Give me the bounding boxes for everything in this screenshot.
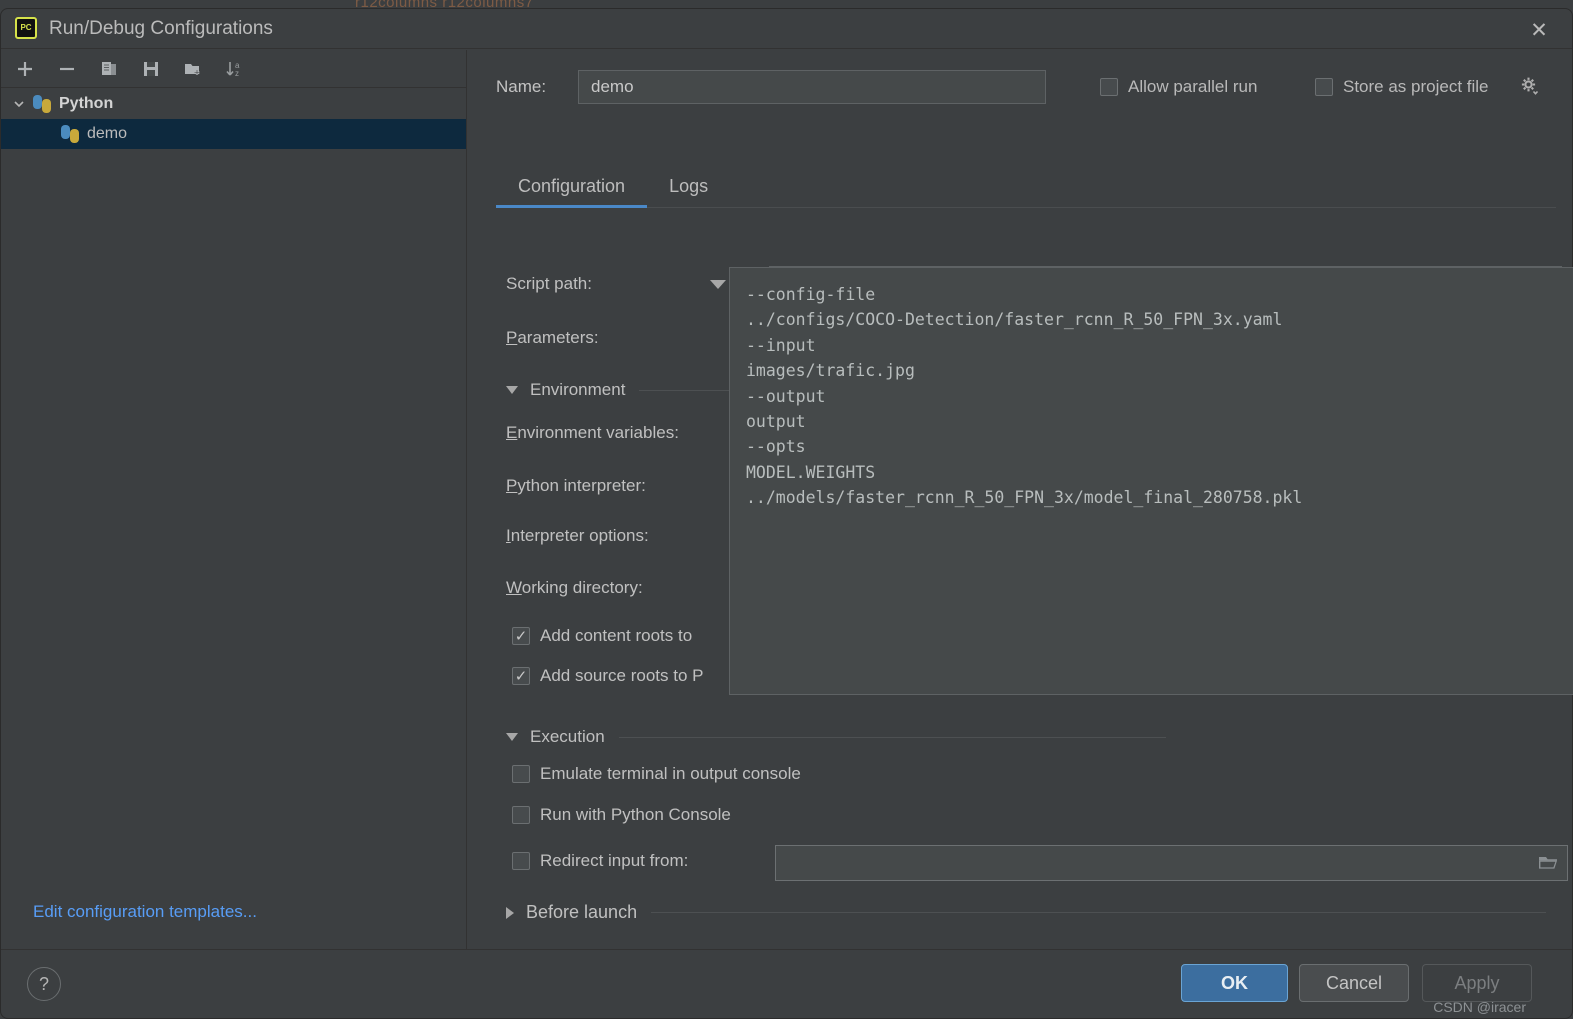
checkbox-box	[1315, 78, 1333, 96]
section-divider	[618, 736, 1166, 738]
execution-section-header[interactable]: Execution	[506, 727, 1166, 747]
run-with-python-console-label: Run with Python Console	[540, 805, 731, 824]
checkbox-box	[512, 627, 530, 645]
tree-group-label: Python	[59, 95, 114, 112]
save-icon[interactable]	[137, 55, 165, 83]
store-as-project-file-checkbox[interactable]: Store as project file	[1315, 77, 1489, 97]
tab-configuration[interactable]: Configuration	[496, 176, 648, 208]
chevron-down-icon[interactable]	[710, 280, 726, 289]
configurations-toolbar: a z	[1, 50, 466, 88]
emulate-terminal-checkbox[interactable]: Emulate terminal in output console	[512, 764, 801, 784]
pycharm-icon: PC	[15, 17, 37, 39]
parameters-textarea[interactable]: --config-file ../configs/COCO-Detection/…	[729, 267, 1573, 695]
python-icon	[33, 95, 51, 113]
redirect-input-from-checkbox[interactable]: Redirect input from:	[512, 845, 1568, 881]
parameters-label: Parameters:	[506, 328, 599, 347]
before-launch-label: Before launch	[526, 902, 638, 922]
add-content-roots-label: Add content roots to	[540, 626, 693, 645]
configurations-tree: Python demo	[1, 89, 466, 149]
triangle-right-icon	[506, 906, 514, 919]
before-launch-section-header[interactable]: Before launch	[506, 902, 1546, 923]
cancel-button[interactable]: Cancel	[1299, 964, 1409, 1002]
python-icon	[61, 125, 79, 143]
minus-icon[interactable]	[53, 55, 81, 83]
configuration-tabs: Configuration Logs	[496, 168, 1556, 208]
redirect-input-from-label: Redirect input from:	[540, 851, 689, 870]
tree-item-demo[interactable]: demo	[1, 119, 466, 149]
ok-button[interactable]: OK	[1181, 964, 1288, 1002]
name-row: Name:	[496, 70, 1046, 104]
tree-item-label: demo	[87, 125, 128, 142]
chevron-down-icon	[11, 96, 27, 112]
page-title: Run/Debug Configurations	[49, 18, 273, 39]
triangle-down-icon	[506, 733, 518, 741]
name-label: Name:	[496, 77, 547, 96]
allow-parallel-run-checkbox[interactable]: Allow parallel run	[1100, 77, 1257, 97]
script-path-label: Script path:	[506, 274, 592, 293]
run-debug-configurations-dialog: PC Run/Debug Configurations ✕ a z Python…	[0, 8, 1573, 1019]
redirect-input-field[interactable]	[775, 845, 1568, 881]
allow-parallel-run-label: Allow parallel run	[1128, 77, 1258, 96]
sort-az-icon[interactable]: a z	[221, 55, 249, 83]
add-source-roots-checkbox[interactable]: Add source roots to P	[512, 666, 703, 686]
gear-icon[interactable]	[1518, 75, 1540, 102]
section-divider	[651, 912, 1546, 913]
environment-section-label: Environment	[530, 380, 626, 399]
close-icon[interactable]: ✕	[1516, 13, 1562, 47]
checkbox-box	[1100, 78, 1118, 96]
environment-variables-label: Environment variables:	[506, 423, 679, 442]
working-directory-label: Working directory:	[506, 578, 643, 597]
plus-icon[interactable]	[11, 55, 39, 83]
add-source-roots-label: Add source roots to P	[540, 666, 704, 685]
pycharm-icon-text: PC	[20, 23, 32, 32]
checkbox-box	[512, 806, 530, 824]
checkbox-box	[512, 852, 530, 870]
dialog-footer: ? OK Cancel Apply CSDN @iracer	[1, 949, 1572, 1018]
store-as-project-file-label: Store as project file	[1343, 77, 1489, 96]
folder-add-icon[interactable]	[179, 55, 207, 83]
checkbox-box	[512, 667, 530, 685]
script-path-row: Script path: D:\python\detectron2-main\d…	[506, 266, 1562, 302]
execution-section-label: Execution	[530, 727, 605, 746]
python-interpreter-label: Python interpreter:	[506, 476, 646, 495]
apply-button: Apply	[1422, 964, 1532, 1002]
run-with-python-console-checkbox[interactable]: Run with Python Console	[512, 805, 731, 825]
edit-configuration-templates-link[interactable]: Edit configuration templates...	[33, 902, 257, 922]
watermark: CSDN @iracer	[1433, 999, 1526, 1015]
browse-folder-icon[interactable]	[1535, 850, 1561, 876]
help-button[interactable]: ?	[27, 967, 61, 1001]
interpreter-options-label: Interpreter options:	[506, 526, 649, 545]
tab-logs[interactable]: Logs	[647, 176, 730, 207]
copy-icon[interactable]	[95, 55, 123, 83]
configurations-sidebar: a z Python demo Edit configuration templ…	[1, 50, 467, 950]
emulate-terminal-label: Emulate terminal in output console	[540, 764, 801, 783]
name-input[interactable]	[578, 70, 1046, 104]
tree-group-python[interactable]: Python	[1, 89, 466, 119]
checkbox-box	[512, 765, 530, 783]
triangle-down-icon	[506, 386, 518, 394]
dialog-titlebar: PC Run/Debug Configurations ✕	[1, 9, 1572, 49]
add-content-roots-checkbox[interactable]: Add content roots to	[512, 626, 692, 646]
svg-text:z: z	[235, 69, 239, 78]
